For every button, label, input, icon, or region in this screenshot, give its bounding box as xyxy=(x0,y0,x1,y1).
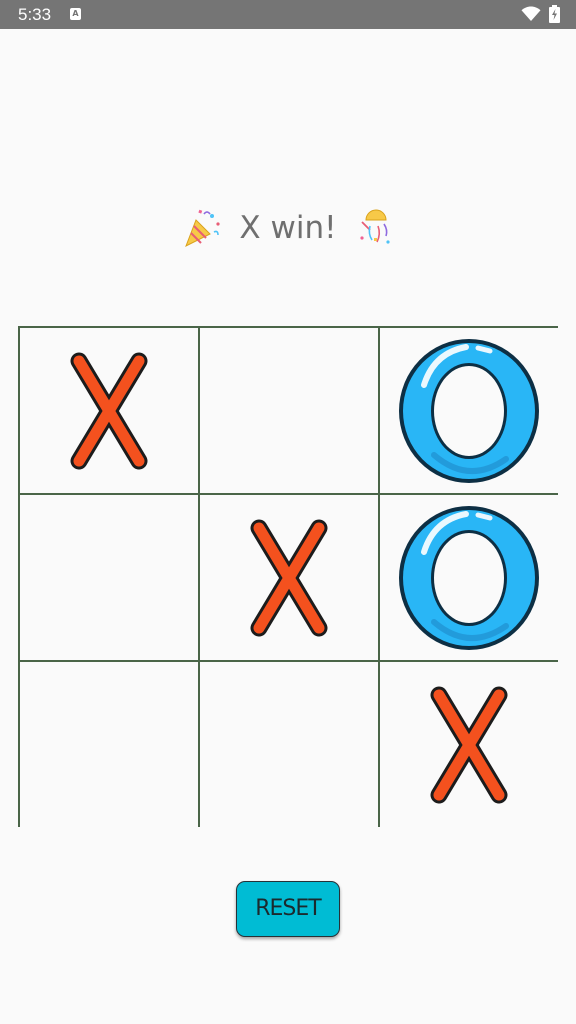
notification-icon: A xyxy=(70,8,81,20)
board-cell-r1-c0[interactable] xyxy=(20,495,198,660)
x-mark-icon xyxy=(200,495,378,660)
o-mark-icon xyxy=(380,328,558,493)
status-time: 5:33 xyxy=(18,5,52,24)
reset-button[interactable]: RESET xyxy=(236,881,340,937)
confetti-ball-icon xyxy=(360,209,391,244)
board-cell-r0-c2[interactable] xyxy=(380,328,558,493)
board-cell-r1-c1[interactable] xyxy=(200,495,378,660)
result-text: X win! xyxy=(239,209,337,246)
wifi-icon xyxy=(521,6,541,21)
board-cell-r1-c2[interactable] xyxy=(380,495,558,660)
status-bar: 5:33 A xyxy=(0,0,576,29)
game-board xyxy=(18,326,558,827)
x-mark-icon xyxy=(20,328,198,493)
party-popper-icon xyxy=(184,209,220,247)
notification-icon-letter: A xyxy=(72,9,79,18)
x-mark-icon xyxy=(380,662,558,827)
game-result-title: X win! xyxy=(0,200,576,252)
board-cell-r2-c2[interactable] xyxy=(380,662,558,827)
board-cell-r2-c1[interactable] xyxy=(200,662,378,827)
board-cell-r0-c0[interactable] xyxy=(20,328,198,493)
board-cell-r0-c1[interactable] xyxy=(200,328,378,493)
board-cell-r2-c0[interactable] xyxy=(20,662,198,827)
o-mark-icon xyxy=(380,495,558,660)
battery-icon xyxy=(549,5,560,23)
